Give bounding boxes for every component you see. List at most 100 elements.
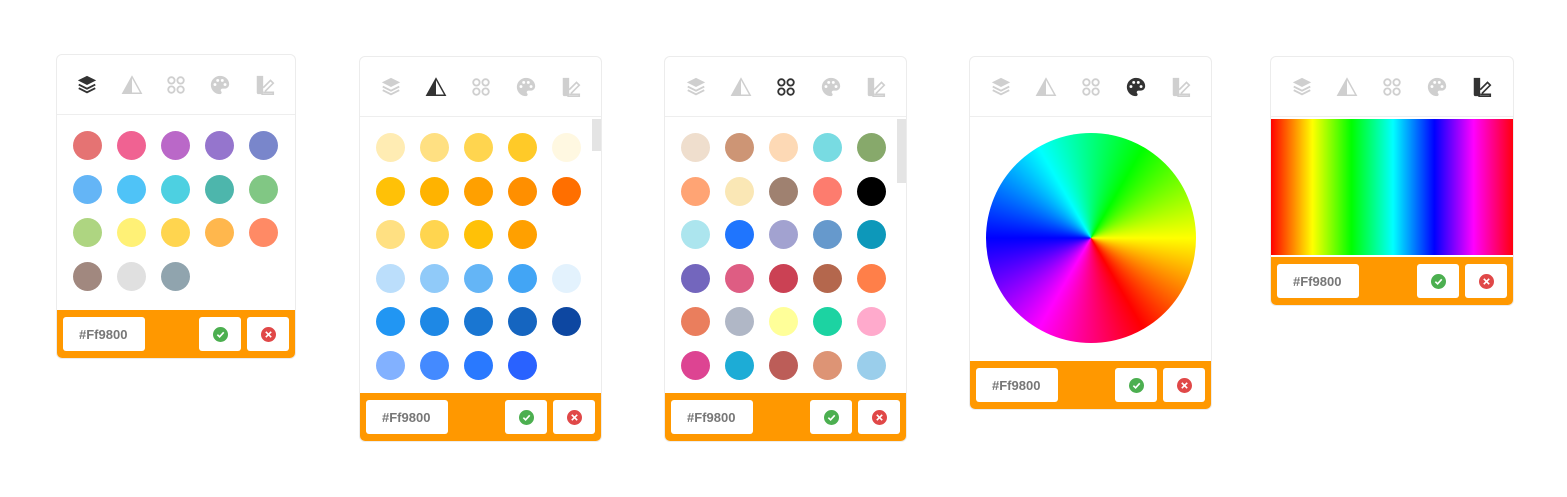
color-swatch[interactable] xyxy=(376,176,405,206)
color-swatch[interactable] xyxy=(420,176,449,206)
color-swatch[interactable] xyxy=(249,174,278,204)
layers-icon[interactable] xyxy=(989,75,1013,99)
color-swatch[interactable] xyxy=(205,174,234,204)
color-swatch[interactable] xyxy=(464,263,493,293)
circles-icon[interactable] xyxy=(1079,75,1103,99)
color-swatch[interactable] xyxy=(681,133,710,162)
confirm-button[interactable] xyxy=(505,400,547,434)
color-swatch[interactable] xyxy=(857,176,886,206)
custom-swatch-icon[interactable] xyxy=(559,75,583,99)
color-swatch[interactable] xyxy=(420,350,449,380)
cancel-button[interactable] xyxy=(247,317,289,351)
color-swatch[interactable] xyxy=(376,350,405,380)
color-spectrum[interactable] xyxy=(1271,119,1513,255)
palette-icon[interactable] xyxy=(1425,75,1449,99)
color-swatch[interactable] xyxy=(857,133,886,162)
color-swatch[interactable] xyxy=(681,220,710,249)
custom-swatch-icon[interactable] xyxy=(253,73,277,97)
color-swatch[interactable] xyxy=(813,350,842,380)
color-swatch[interactable] xyxy=(725,263,754,293)
custom-swatch-icon[interactable] xyxy=(1470,75,1494,99)
circles-icon[interactable] xyxy=(774,75,798,99)
color-swatch[interactable] xyxy=(857,350,886,380)
color-swatch[interactable] xyxy=(376,220,405,249)
hex-color-input[interactable] xyxy=(63,317,145,351)
color-swatch[interactable] xyxy=(508,307,537,336)
palette-icon[interactable] xyxy=(514,75,538,99)
color-swatch[interactable] xyxy=(73,131,102,160)
color-wheel[interactable] xyxy=(986,133,1196,343)
layers-icon[interactable] xyxy=(1290,75,1314,99)
palette-icon[interactable] xyxy=(1124,75,1148,99)
color-swatch[interactable] xyxy=(73,174,102,204)
color-swatch[interactable] xyxy=(857,220,886,249)
color-swatch[interactable] xyxy=(813,133,842,162)
color-swatch[interactable] xyxy=(249,218,278,247)
color-swatch[interactable] xyxy=(857,263,886,293)
triangle-icon[interactable] xyxy=(729,75,753,99)
color-swatch[interactable] xyxy=(420,307,449,336)
cancel-button[interactable] xyxy=(1465,264,1507,298)
hex-color-input[interactable] xyxy=(1277,264,1359,298)
color-swatch[interactable] xyxy=(769,350,798,380)
color-swatch[interactable] xyxy=(117,174,146,204)
color-swatch[interactable] xyxy=(813,307,842,336)
color-swatch[interactable] xyxy=(420,263,449,293)
color-swatch[interactable] xyxy=(249,131,278,160)
color-swatch[interactable] xyxy=(769,263,798,293)
circles-icon[interactable] xyxy=(1380,75,1404,99)
hex-color-input[interactable] xyxy=(976,368,1058,402)
color-swatch[interactable] xyxy=(813,220,842,249)
color-swatch[interactable] xyxy=(681,176,710,206)
triangle-icon[interactable] xyxy=(120,73,144,97)
color-swatch[interactable] xyxy=(376,307,405,336)
color-swatch[interactable] xyxy=(552,176,581,206)
color-swatch[interactable] xyxy=(552,133,581,162)
color-swatch[interactable] xyxy=(464,350,493,380)
color-swatch[interactable] xyxy=(464,307,493,336)
confirm-button[interactable] xyxy=(810,400,852,434)
color-swatch[interactable] xyxy=(508,350,537,380)
scrollbar[interactable] xyxy=(592,119,601,151)
custom-swatch-icon[interactable] xyxy=(864,75,888,99)
color-swatch[interactable] xyxy=(552,307,581,336)
triangle-icon[interactable] xyxy=(424,75,448,99)
color-swatch[interactable] xyxy=(420,220,449,249)
color-swatch[interactable] xyxy=(508,133,537,162)
color-swatch[interactable] xyxy=(205,218,234,247)
color-swatch[interactable] xyxy=(725,220,754,249)
color-swatch[interactable] xyxy=(725,176,754,206)
cancel-button[interactable] xyxy=(858,400,900,434)
color-swatch[interactable] xyxy=(725,133,754,162)
color-swatch[interactable] xyxy=(813,176,842,206)
layers-icon[interactable] xyxy=(75,73,99,97)
color-swatch[interactable] xyxy=(508,176,537,206)
layers-icon[interactable] xyxy=(379,75,403,99)
color-swatch[interactable] xyxy=(508,220,537,249)
palette-icon[interactable] xyxy=(819,75,843,99)
color-swatch[interactable] xyxy=(769,307,798,336)
color-swatch[interactable] xyxy=(857,307,886,336)
color-swatch[interactable] xyxy=(117,218,146,247)
color-swatch[interactable] xyxy=(464,176,493,206)
color-swatch[interactable] xyxy=(769,220,798,249)
color-swatch[interactable] xyxy=(769,133,798,162)
color-swatch[interactable] xyxy=(420,133,449,162)
color-swatch[interactable] xyxy=(769,176,798,206)
color-swatch[interactable] xyxy=(161,218,190,247)
layers-icon[interactable] xyxy=(684,75,708,99)
color-swatch[interactable] xyxy=(205,131,234,160)
color-swatch[interactable] xyxy=(681,263,710,293)
color-swatch[interactable] xyxy=(464,220,493,249)
color-swatch[interactable] xyxy=(464,133,493,162)
color-swatch[interactable] xyxy=(725,307,754,336)
color-swatch[interactable] xyxy=(725,350,754,380)
color-swatch[interactable] xyxy=(508,263,537,293)
color-swatch[interactable] xyxy=(681,307,710,336)
color-swatch[interactable] xyxy=(73,218,102,247)
circles-icon[interactable] xyxy=(164,73,188,97)
color-swatch[interactable] xyxy=(161,261,190,291)
hex-color-input[interactable] xyxy=(671,400,753,434)
custom-swatch-icon[interactable] xyxy=(1169,75,1193,99)
color-swatch[interactable] xyxy=(813,263,842,293)
